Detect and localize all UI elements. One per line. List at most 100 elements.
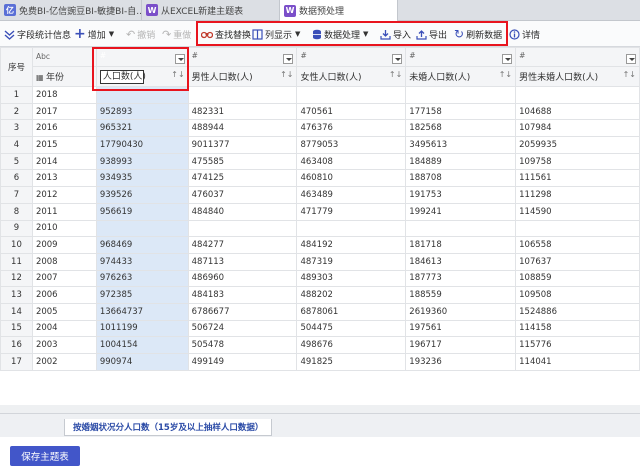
table-cell[interactable]: 2004: [31, 319, 97, 338]
sort-icon[interactable]: ↑↓: [499, 70, 512, 79]
table-row[interactable]: 9 2010: [0, 219, 640, 238]
table-cell[interactable]: 2006: [31, 286, 97, 304]
table-cell[interactable]: 177158: [405, 102, 517, 121]
table-cell[interactable]: 470561: [296, 102, 407, 121]
table-cell[interactable]: 199241: [405, 202, 517, 221]
table-cell[interactable]: 974433: [95, 252, 189, 271]
export-button[interactable]: 导出: [416, 21, 447, 47]
data-processing-button[interactable]: 数据处理 ▼: [312, 21, 368, 47]
table-cell[interactable]: 939526: [95, 186, 189, 204]
table-cell[interactable]: 484183: [187, 286, 298, 304]
save-topic-table-button[interactable]: 保存主题表: [10, 446, 80, 466]
column-header-year[interactable]: ▦ 年份: [31, 66, 97, 87]
table-cell[interactable]: 484192: [296, 236, 407, 254]
table-cell[interactable]: 9011377: [187, 136, 298, 154]
tab-data-preprocessing[interactable]: W 数据预处理: [280, 0, 398, 21]
table-cell[interactable]: 104688: [515, 102, 640, 121]
table-cell[interactable]: 3495613: [405, 136, 517, 154]
table-row[interactable]: 2 2017 952893 482331 470561 177158 104688: [0, 102, 640, 121]
table-cell[interactable]: [95, 219, 189, 238]
table-row[interactable]: 5 2014 938993 475585 463408 184889 109758: [0, 152, 640, 171]
refresh-data-button[interactable]: ↻ 刷新数据: [454, 21, 502, 47]
table-cell[interactable]: 109508: [515, 286, 640, 304]
table-cell[interactable]: 2007: [31, 269, 97, 288]
table-cell[interactable]: 2013: [31, 169, 97, 188]
table-cell[interactable]: 115776: [515, 336, 640, 354]
table-cell[interactable]: 182568: [405, 119, 517, 138]
table-row[interactable]: 15 2004 1011199 506724 504475 197561 114158: [0, 319, 640, 338]
table-cell[interactable]: [515, 219, 640, 238]
table-cell[interactable]: 990974: [95, 353, 189, 371]
table-row[interactable]: 3 2016 965321 488944 476376 182568 107984: [0, 119, 640, 138]
table-cell[interactable]: 6878061: [296, 302, 407, 321]
import-button[interactable]: 导入: [380, 21, 411, 47]
table-cell[interactable]: 114158: [515, 319, 640, 338]
column-header-male-unmarried[interactable]: 男性未婚人口数(人) ↑↓: [515, 66, 640, 87]
table-cell[interactable]: 506724: [187, 319, 298, 338]
table-cell[interactable]: 108859: [515, 269, 640, 288]
table-cell[interactable]: 476037: [187, 186, 298, 204]
table-row[interactable]: 6 2013 934935 474125 460810 188708 111561: [0, 169, 640, 188]
table-cell[interactable]: 1004154: [95, 336, 189, 354]
table-cell[interactable]: [296, 219, 407, 238]
table-cell[interactable]: 2012: [31, 186, 97, 204]
table-cell[interactable]: [515, 86, 640, 104]
filter-dropdown-icon[interactable]: [626, 53, 636, 64]
table-row[interactable]: 11 2008 974433 487113 487319 184613 107637: [0, 252, 640, 271]
table-cell[interactable]: 2009: [31, 236, 97, 254]
table-cell[interactable]: 2018: [31, 86, 97, 104]
table-cell[interactable]: 487319: [296, 252, 407, 271]
table-cell[interactable]: 114590: [515, 202, 640, 221]
sort-icon[interactable]: ↑↓: [389, 70, 402, 79]
table-cell[interactable]: 498676: [296, 336, 407, 354]
table-cell[interactable]: [95, 86, 189, 104]
table-cell[interactable]: 2016: [31, 119, 97, 138]
column-display-button[interactable]: 列显示 ▼: [252, 21, 300, 47]
table-cell[interactable]: 193236: [405, 353, 517, 371]
table-cell[interactable]: 181718: [405, 236, 517, 254]
table-cell[interactable]: 1524886: [515, 302, 640, 321]
table-row[interactable]: 4 2015 17790430 9011377 8779053 3495613 205993…: [0, 136, 640, 154]
table-cell[interactable]: 197561: [405, 319, 517, 338]
filter-dropdown-icon[interactable]: [283, 53, 294, 64]
table-cell[interactable]: 106558: [515, 236, 640, 254]
table-cell[interactable]: 2015: [31, 136, 97, 154]
table-row[interactable]: 13 2006 972385 484183 488202 188559 109508: [0, 286, 640, 304]
table-cell[interactable]: 107984: [515, 119, 640, 138]
table-cell[interactable]: 489303: [296, 269, 407, 288]
table-cell[interactable]: 114041: [515, 353, 640, 371]
table-cell[interactable]: [405, 86, 517, 104]
table-cell[interactable]: 191753: [405, 186, 517, 204]
sort-icon[interactable]: ↑↓: [623, 70, 636, 79]
details-button[interactable]: 详情: [509, 21, 540, 47]
table-cell[interactable]: 107637: [515, 252, 640, 271]
table-cell[interactable]: 184889: [405, 152, 517, 171]
table-cell[interactable]: 196717: [405, 336, 517, 354]
table-cell[interactable]: 2059935: [515, 136, 640, 154]
table-cell[interactable]: 968469: [95, 236, 189, 254]
table-cell[interactable]: 956619: [95, 202, 189, 221]
table-cell[interactable]: 2003: [31, 336, 97, 354]
table-cell[interactable]: 471779: [296, 202, 407, 221]
table-cell[interactable]: 17790430: [95, 136, 189, 154]
table-cell[interactable]: 965321: [95, 119, 189, 138]
table-row[interactable]: 7 2012 939526 476037 463489 191753 111298: [0, 186, 640, 204]
field-stats-button[interactable]: 字段统计信息: [4, 21, 71, 47]
table-cell[interactable]: 6786677: [187, 302, 298, 321]
table-cell[interactable]: 1011199: [95, 319, 189, 338]
table-cell[interactable]: 488944: [187, 119, 298, 138]
table-cell[interactable]: 8779053: [296, 136, 407, 154]
table-cell[interactable]: 111561: [515, 169, 640, 188]
table-cell[interactable]: 2008: [31, 252, 97, 271]
table-cell[interactable]: [405, 219, 517, 238]
table-row[interactable]: 12 2007 976263 486960 489303 187773 108859: [0, 269, 640, 288]
table-cell[interactable]: 111298: [515, 186, 640, 204]
table-cell[interactable]: 2002: [31, 353, 97, 371]
horizontal-scrollbar[interactable]: [0, 405, 640, 413]
table-cell[interactable]: 504475: [296, 319, 407, 338]
table-cell[interactable]: 13664737: [95, 302, 189, 321]
table-row[interactable]: 17 2002 990974 499149 491825 193236 114041: [0, 353, 640, 371]
table-cell[interactable]: 109758: [515, 152, 640, 171]
table-cell[interactable]: 2010: [31, 219, 97, 238]
table-cell[interactable]: 188708: [405, 169, 517, 188]
